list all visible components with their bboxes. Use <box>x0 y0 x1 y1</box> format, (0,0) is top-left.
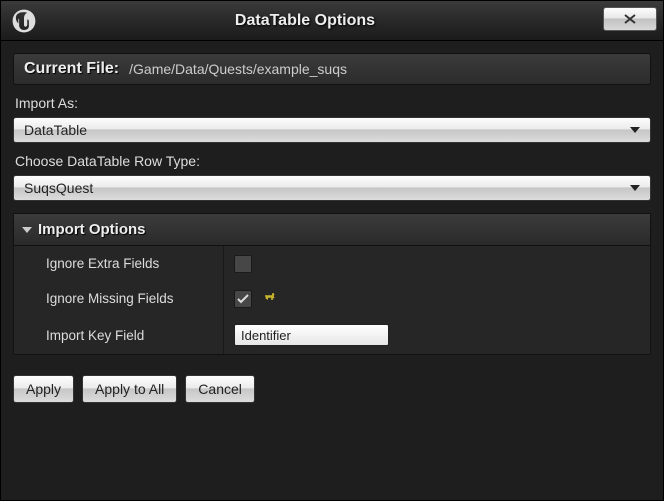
import-key-field-input[interactable] <box>234 324 389 346</box>
import-key-field-label: Import Key Field <box>14 316 224 354</box>
import-options-panel: Import Options Ignore Extra Fields Ignor… <box>13 213 651 355</box>
reset-to-default-icon[interactable] <box>262 290 276 307</box>
import-options-title: Import Options <box>38 221 146 238</box>
apply-button[interactable]: Apply <box>13 375 74 403</box>
apply-to-all-button[interactable]: Apply to All <box>82 375 177 403</box>
current-file-label: Current File: <box>24 60 119 78</box>
row-type-dropdown[interactable]: SuqsQuest <box>13 175 651 201</box>
import-options-header[interactable]: Import Options <box>14 214 650 246</box>
cancel-button[interactable]: Cancel <box>185 375 255 403</box>
ignore-extra-fields-label: Ignore Extra Fields <box>14 246 224 281</box>
import-as-label: Import As: <box>15 95 651 111</box>
ignore-missing-fields-checkbox[interactable] <box>234 290 252 308</box>
checkmark-icon <box>236 292 250 306</box>
chevron-down-icon <box>630 127 640 133</box>
caret-down-icon <box>22 227 32 233</box>
dialog-content: Current File: /Game/Data/Quests/example_… <box>1 41 663 500</box>
current-file-path: /Game/Data/Quests/example_suqs <box>129 61 347 77</box>
ignore-extra-fields-value <box>224 246 650 281</box>
window-title: DataTable Options <box>7 12 603 30</box>
row-type-label: Choose DataTable Row Type: <box>15 153 651 169</box>
ignore-missing-fields-label: Ignore Missing Fields <box>14 281 224 316</box>
chevron-down-icon <box>630 185 640 191</box>
import-key-field-value <box>224 316 650 354</box>
close-icon <box>623 14 637 24</box>
import-as-value: DataTable <box>24 122 630 138</box>
import-as-dropdown[interactable]: DataTable <box>13 117 651 143</box>
current-file-row: Current File: /Game/Data/Quests/example_… <box>13 53 651 85</box>
import-options-body: Ignore Extra Fields Ignore Missing Field… <box>14 246 650 354</box>
ignore-missing-fields-value <box>224 281 650 316</box>
close-button[interactable] <box>603 7 657 31</box>
titlebar: DataTable Options <box>1 1 663 41</box>
ignore-extra-fields-checkbox[interactable] <box>234 255 252 273</box>
row-type-value: SuqsQuest <box>24 180 630 196</box>
dialog-window: DataTable Options Current File: /Game/Da… <box>0 0 664 501</box>
dialog-buttons: Apply Apply to All Cancel <box>13 375 651 403</box>
